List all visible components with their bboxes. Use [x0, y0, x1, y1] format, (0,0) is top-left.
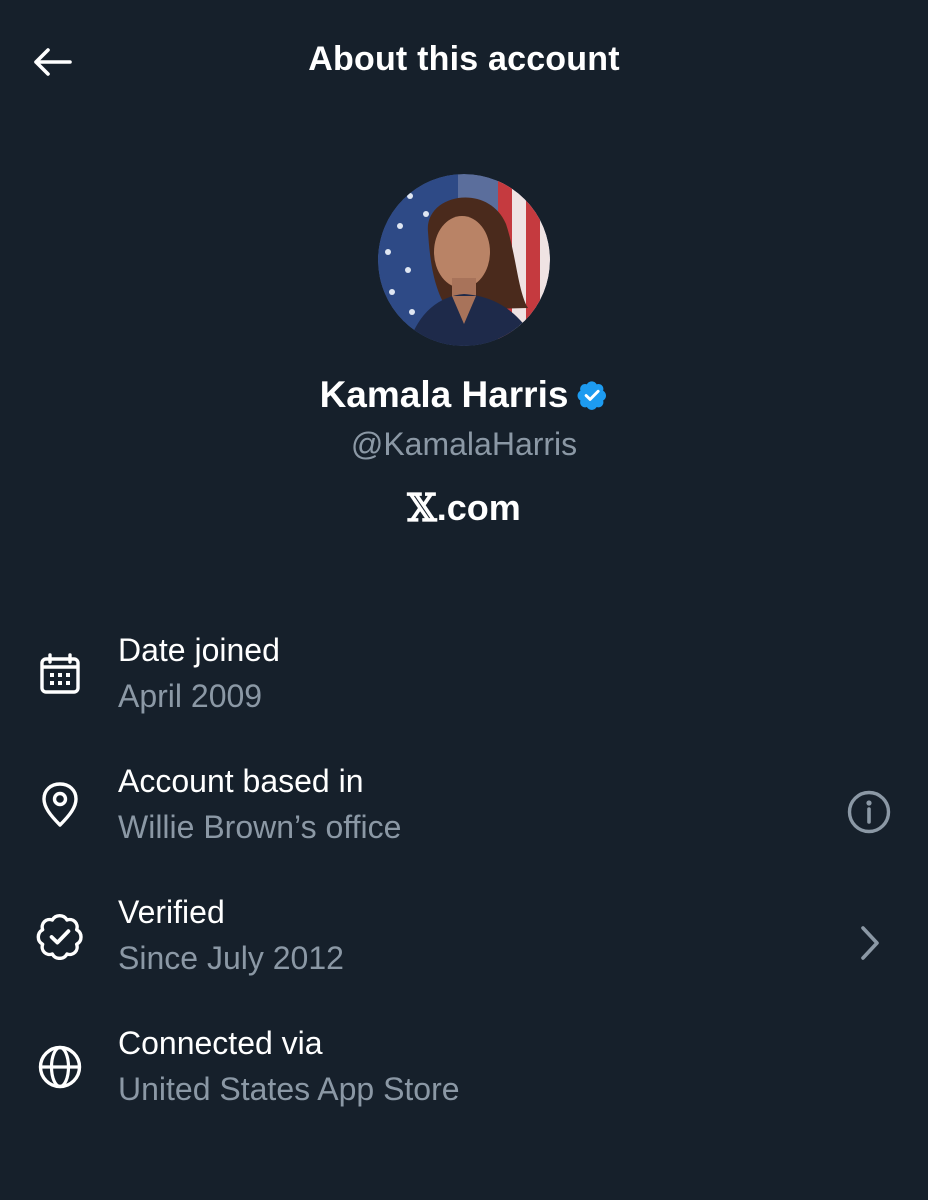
verified-outline-icon	[36, 913, 83, 960]
location-pin-icon	[42, 782, 78, 827]
page-title: About this account	[308, 40, 620, 78]
account-info-list: Date joined April 2009 Account based in …	[0, 622, 928, 1146]
x-logo: 𝕏	[407, 485, 437, 530]
row-account-based-in: Account based in Willie Brown’s office	[0, 753, 928, 884]
row-date-joined: Date joined April 2009	[0, 622, 928, 753]
site-suffix: .com	[436, 487, 521, 528]
avatar[interactable]	[378, 174, 550, 346]
row-value: Willie Brown’s office	[118, 809, 402, 845]
verified-details-button[interactable]	[844, 918, 894, 968]
profile-section: Kamala Harris @KamalaHarris 𝕏 .com	[0, 174, 928, 529]
calendar-icon	[40, 653, 80, 694]
site-label: 𝕏 .com	[0, 487, 928, 529]
row-label: Account based in	[118, 763, 364, 799]
row-label: Date joined	[118, 632, 280, 668]
info-icon	[847, 790, 891, 834]
row-value: United States App Store	[118, 1071, 460, 1107]
top-bar: About this account	[0, 0, 928, 124]
globe-icon	[38, 1045, 82, 1089]
account-handle: @KamalaHarris	[350, 426, 578, 462]
chevron-right-icon	[861, 926, 879, 960]
row-label: Verified	[118, 894, 225, 930]
name-row: Kamala Harris	[0, 374, 928, 416]
row-label: Connected via	[118, 1025, 323, 1061]
row-verified[interactable]: Verified Since July 2012	[0, 884, 928, 1015]
row-connected-via: Connected via United States App Store	[0, 1015, 928, 1146]
row-value: April 2009	[118, 678, 263, 714]
verified-badge-icon	[577, 381, 607, 410]
display-name: Kamala Harris	[319, 374, 569, 415]
info-button[interactable]	[844, 787, 894, 837]
row-value: Since July 2012	[118, 940, 344, 976]
